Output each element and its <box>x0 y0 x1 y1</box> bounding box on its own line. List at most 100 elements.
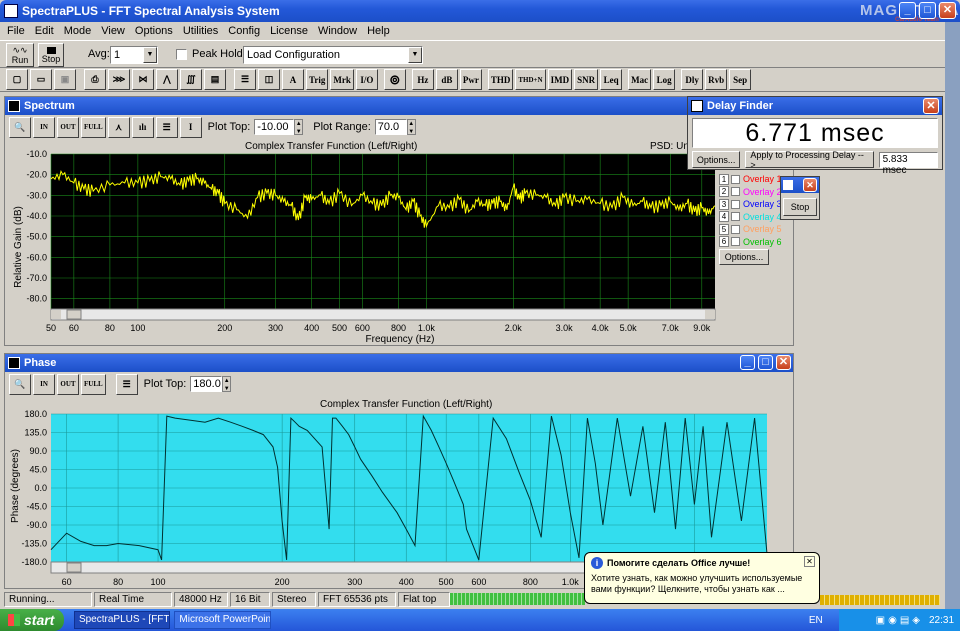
phase-minimize-button[interactable]: _ <box>740 355 755 370</box>
menu-file[interactable]: File <box>2 25 30 37</box>
overlay-checkbox[interactable] <box>731 237 740 247</box>
delay-options-button[interactable]: Options... <box>692 151 741 168</box>
zoom-icon[interactable]: 🔍 <box>9 116 31 138</box>
graph-icon[interactable]: ◫ <box>258 69 280 90</box>
peak-hold-checkbox[interactable] <box>176 49 187 60</box>
log-button[interactable]: Log <box>653 69 676 90</box>
weighting-icon[interactable]: ⋈ <box>132 69 154 90</box>
chevron-down-icon[interactable]: ▼ <box>143 47 157 63</box>
popup-stop-button[interactable]: Stop <box>783 198 817 216</box>
apply-delay-button[interactable]: Apply to Processing Delay --> <box>745 150 874 170</box>
open-icon[interactable]: ▭ <box>30 69 52 90</box>
rvb-button[interactable]: Rvb <box>705 69 728 90</box>
zoom-in-2x-icon[interactable]: IN <box>33 116 55 138</box>
spectrogram-icon[interactable]: ∭ <box>180 69 202 90</box>
snr-button[interactable]: SNR <box>574 69 599 90</box>
menu-window[interactable]: Window <box>313 25 362 37</box>
settings-icon[interactable]: ☰ <box>234 69 256 90</box>
hz-button[interactable]: Hz <box>411 69 434 90</box>
spectrum-h-scrollbar[interactable] <box>50 308 716 321</box>
spectrum-plot-area[interactable] <box>51 154 715 309</box>
plot-top-input[interactable]: -10.00 <box>254 119 295 135</box>
phase-plot-top-spinner[interactable]: ▲ ▼ <box>222 376 232 392</box>
start-button[interactable]: start <box>0 609 64 631</box>
phase-plot-top-input[interactable]: 180.0 <box>190 376 223 392</box>
thd-label: THD <box>490 74 511 85</box>
scroll-thumb[interactable] <box>66 309 82 320</box>
overlay-options-button[interactable]: Options... <box>719 249 769 265</box>
avg-select[interactable]: 1 ▼ <box>110 46 158 64</box>
new-icon[interactable]: ▢ <box>6 69 28 90</box>
peak-icon[interactable]: ⋏ <box>107 116 130 138</box>
bars-icon[interactable]: ılı <box>131 116 154 138</box>
menu-help[interactable]: Help <box>362 25 395 37</box>
phase-scroll-thumb[interactable] <box>66 562 82 573</box>
maximize-button[interactable]: □ <box>919 2 936 19</box>
menu-edit[interactable]: Edit <box>30 25 59 37</box>
tray-icon[interactable]: ◈ <box>912 615 920 626</box>
fft-icon[interactable]: ⋙ <box>108 69 130 90</box>
config-select[interactable]: Load Configuration ▼ <box>243 46 423 64</box>
tray-icon[interactable]: ▤ <box>900 615 909 626</box>
db-button[interactable]: dB <box>435 69 458 90</box>
minimize-button[interactable]: _ <box>899 2 916 19</box>
zoom-in-2x-icon[interactable]: IN <box>33 373 55 395</box>
scale-icon[interactable]: A <box>282 69 304 90</box>
zoom-out-2x-icon[interactable]: OUT <box>57 373 79 395</box>
language-indicator[interactable]: EN <box>809 615 823 626</box>
phase-maximize-button[interactable]: □ <box>758 355 773 370</box>
menu-utilities[interactable]: Utilities <box>178 25 223 37</box>
taskbar-spectraplus[interactable]: SpectraPLUS - [FFT Sp... <box>73 611 171 629</box>
dly-button[interactable]: Dly <box>681 69 704 90</box>
taskbar-powerpoint[interactable]: Microsoft PowerPoint ... <box>174 611 271 629</box>
popup-close-button[interactable]: ✕ <box>803 178 817 192</box>
overlay-checkbox[interactable] <box>731 224 740 234</box>
delay-close-button[interactable]: ✕ <box>923 98 939 114</box>
overlay-checkbox[interactable] <box>731 199 740 209</box>
imd-button[interactable]: IMD <box>547 69 573 90</box>
thd-button[interactable]: THD <box>487 69 514 90</box>
3d-icon[interactable]: ▤ <box>204 69 226 90</box>
leq-button[interactable]: Leq <box>600 69 623 90</box>
display-settings-icon[interactable]: ☰ <box>155 116 178 138</box>
chevron-down-icon[interactable]: ▼ <box>408 47 422 63</box>
tray-icon[interactable]: ◉ <box>888 615 897 626</box>
plot-range-input[interactable]: 70.0 <box>374 119 407 135</box>
run-button[interactable]: ∿∿ Run <box>6 43 34 67</box>
overlay-checkbox[interactable] <box>731 174 740 184</box>
overlay-checkbox[interactable] <box>731 187 740 197</box>
plot-top-spinner[interactable]: ▲ ▼ <box>294 119 304 135</box>
pwr-button[interactable]: Pwr <box>459 69 482 90</box>
zoom-full-icon[interactable]: FULL <box>81 373 106 395</box>
trig-button[interactable]: Trig <box>306 69 329 90</box>
menu-config[interactable]: Config <box>223 25 265 37</box>
zoom-icon[interactable]: 🔍 <box>9 373 31 395</box>
plot-range-spinner[interactable]: ▲ ▼ <box>406 119 416 135</box>
scroll-left-arrow[interactable] <box>51 310 61 319</box>
mac-button[interactable]: Mac <box>628 69 652 90</box>
menu-options[interactable]: Options <box>130 25 178 37</box>
close-button[interactable]: ✕ <box>939 2 956 19</box>
io-button[interactable]: I/O <box>355 69 378 90</box>
zoom-out-2x-icon[interactable]: OUT <box>57 116 79 138</box>
scroll-right-arrow[interactable] <box>705 310 715 319</box>
menu-view[interactable]: View <box>96 25 130 37</box>
mrk-button[interactable]: Mrk <box>330 69 354 90</box>
menu-license[interactable]: License <box>265 25 313 37</box>
menu-mode[interactable]: Mode <box>59 25 97 37</box>
print-icon[interactable]: ⎙ <box>84 69 106 90</box>
display-settings-icon[interactable]: ☰ <box>115 373 138 395</box>
balloon-close-icon[interactable]: ✕ <box>804 556 815 567</box>
thdn-button[interactable]: THD+N <box>515 69 546 90</box>
office-balloon[interactable]: i Помогите сделать Office лучше! Хотите … <box>584 552 820 604</box>
overlay-checkbox[interactable] <box>731 212 740 222</box>
cursor-icon[interactable]: I <box>179 116 202 138</box>
generator-icon[interactable]: ⊚ <box>383 69 406 90</box>
tray-icon[interactable]: ▣ <box>876 615 885 626</box>
phase-close-button[interactable]: ✕ <box>776 355 791 370</box>
stop-button[interactable]: Stop <box>38 43 64 67</box>
sep-button[interactable]: Sep <box>729 69 752 90</box>
save-icon[interactable]: ▣ <box>54 69 76 90</box>
zoom-full-icon[interactable]: FULL <box>81 116 106 138</box>
filter-icon[interactable]: ⋀ <box>156 69 178 90</box>
